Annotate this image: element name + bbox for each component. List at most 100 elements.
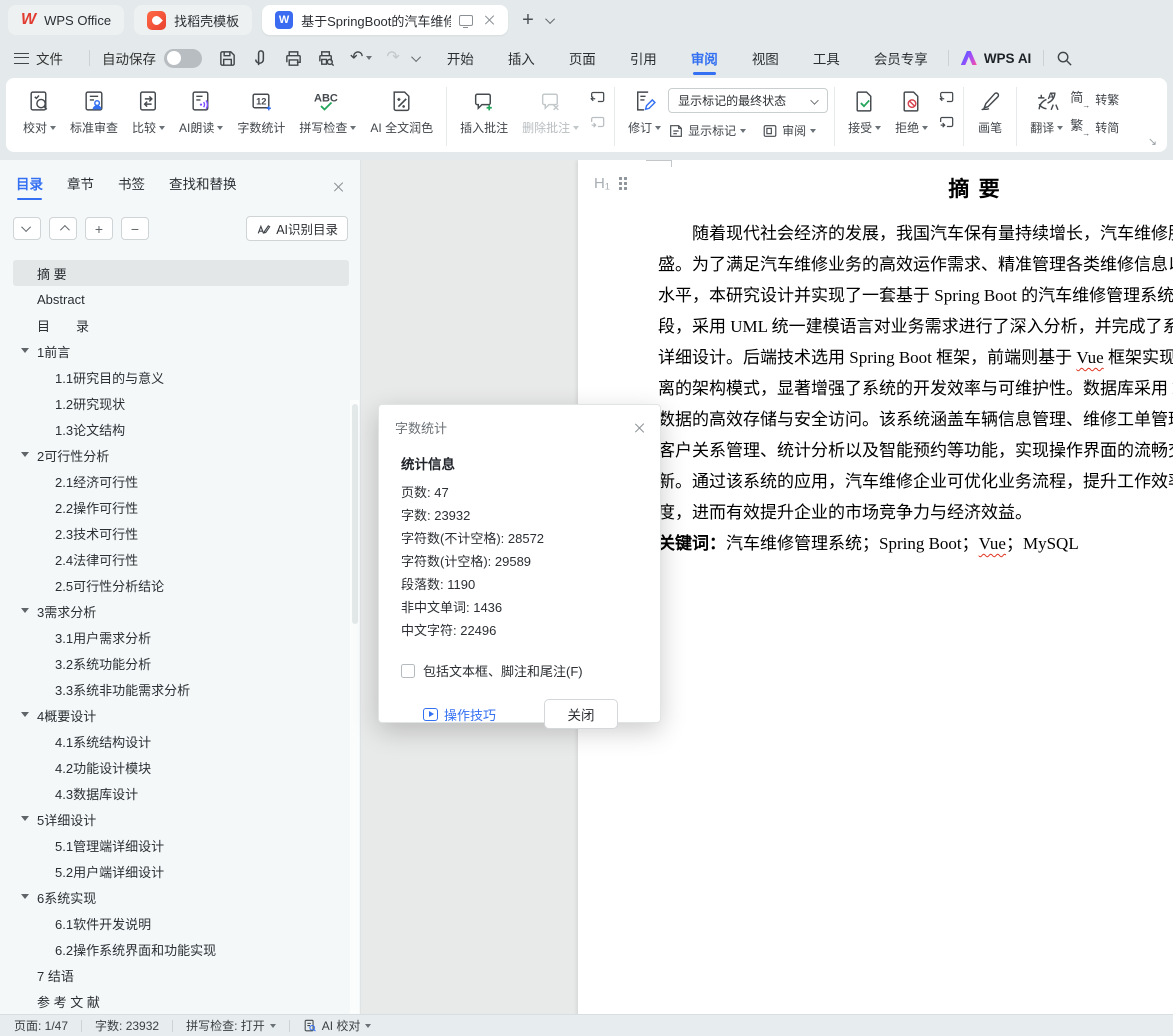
toc-item[interactable]: 1.3论文结构 xyxy=(13,416,349,442)
toc-collapse-icon[interactable] xyxy=(21,452,29,457)
ai-proofread-status[interactable]: AI 校对 xyxy=(303,1017,372,1034)
toc-item[interactable]: 5.1管理端详细设计 xyxy=(13,832,349,858)
tab-docer-templates[interactable]: 找稻壳模板 xyxy=(134,5,252,35)
toc-collapse-icon[interactable] xyxy=(21,348,29,353)
toc-item[interactable]: 4.2功能设计模块 xyxy=(13,754,349,780)
menu-tab-审阅[interactable]: 审阅 xyxy=(691,40,718,76)
zoom-in-outline-button[interactable]: + xyxy=(85,217,113,240)
new-tab-button[interactable]: + xyxy=(518,9,538,32)
previous-comment-icon[interactable] xyxy=(588,89,606,105)
translate-button[interactable]: A 翻译 xyxy=(1023,85,1070,138)
quickbar-more-icon[interactable] xyxy=(411,52,421,62)
toc-item[interactable]: 2可行性分析 xyxy=(13,442,349,468)
toc-item[interactable]: 1.1研究目的与意义 xyxy=(13,364,349,390)
toc-item[interactable]: 目 录 xyxy=(13,312,349,338)
toc-item[interactable]: 1.2研究现状 xyxy=(13,390,349,416)
tab-current-document[interactable]: W 基于SpringBoot的汽车维修管 xyxy=(262,5,508,35)
track-changes-button[interactable]: 修订 xyxy=(621,85,668,138)
page-indicator[interactable]: 页面: 1/47 xyxy=(14,1017,68,1034)
review-pane-button[interactable]: 审阅 xyxy=(762,122,816,139)
ribbon-expand-icon[interactable]: ↘ xyxy=(1148,135,1157,148)
toc-collapse-icon[interactable] xyxy=(21,608,29,613)
accept-button[interactable]: 接受 xyxy=(841,85,888,138)
toc-item[interactable]: 7 结语 xyxy=(13,962,349,988)
close-dialog-icon[interactable] xyxy=(633,422,645,434)
toc-collapse-icon[interactable] xyxy=(21,816,29,821)
ai-recognize-toc-button[interactable]: AI识别目录 xyxy=(246,216,348,241)
toc-item[interactable]: 3.2系统功能分析 xyxy=(13,650,349,676)
ai-read-aloud-button[interactable]: AI朗读 xyxy=(172,85,230,138)
toc-item[interactable]: 5.2用户端详细设计 xyxy=(13,858,349,884)
sidebar-tab-contents[interactable]: 目录 xyxy=(16,173,43,200)
toc-item[interactable]: Abstract xyxy=(13,286,349,312)
include-footnotes-option[interactable]: 包括文本框、脚注和尾注(F) xyxy=(401,661,638,680)
expand-all-button[interactable] xyxy=(13,217,41,240)
wps-ai-button[interactable]: WPS AI xyxy=(961,51,1032,66)
toc-item[interactable]: 2.3技术可行性 xyxy=(13,520,349,546)
toc-item[interactable]: 6系统实现 xyxy=(13,884,349,910)
file-menu[interactable]: 文件 xyxy=(36,48,63,68)
toc-item[interactable]: 6.1软件开发说明 xyxy=(13,910,349,936)
menu-tab-视图[interactable]: 视图 xyxy=(752,40,779,76)
autosave-control[interactable]: 自动保存 xyxy=(102,48,202,68)
next-comment-icon[interactable] xyxy=(588,114,606,130)
insert-comment-button[interactable]: 插入批注 xyxy=(453,85,515,138)
toc-collapse-icon[interactable] xyxy=(21,894,29,899)
previous-revision-icon[interactable] xyxy=(937,89,955,105)
toc-item[interactable]: 1前言 xyxy=(13,338,349,364)
standard-review-button[interactable]: 标准审查 xyxy=(63,85,125,138)
toc-item[interactable]: 参 考 文 献 xyxy=(13,988,349,1014)
zoom-out-outline-button[interactable]: − xyxy=(121,217,149,240)
menu-tab-页面[interactable]: 页面 xyxy=(569,40,596,76)
close-sidebar-icon[interactable] xyxy=(332,181,344,193)
save-icon[interactable] xyxy=(218,49,237,68)
brush-button[interactable]: 画笔 xyxy=(970,85,1010,138)
markup-state-dropdown[interactable]: 显示标记的最终状态 xyxy=(668,88,828,113)
toc-item[interactable]: 2.4法律可行性 xyxy=(13,546,349,572)
spell-check-button[interactable]: ABC 拼写检查 xyxy=(292,85,363,138)
scrollbar-thumb[interactable] xyxy=(352,404,358,624)
delete-comment-button[interactable]: 删除批注 xyxy=(515,85,586,138)
spell-check-status[interactable]: 拼写检查: 打开 xyxy=(186,1017,276,1034)
search-icon[interactable] xyxy=(1056,50,1073,67)
document-page[interactable]: H₁ 摘 要 随着现代社会经济的发展，我国汽车保有量持续增长，汽车维修服务盛。为… xyxy=(578,160,1173,1014)
menu-tab-引用[interactable]: 引用 xyxy=(630,40,657,76)
toc-item[interactable]: 2.2操作可行性 xyxy=(13,494,349,520)
proofread-button[interactable]: 校对 xyxy=(16,85,63,138)
autosave-toggle[interactable] xyxy=(164,49,202,68)
toc-item[interactable]: 4概要设计 xyxy=(13,702,349,728)
reject-button[interactable]: 拒绝 xyxy=(888,85,935,138)
undo-dropdown-icon[interactable] xyxy=(366,56,372,60)
to-traditional-button[interactable]: 简→ 转繁 xyxy=(1070,91,1119,108)
tab-wps-office[interactable]: W WPS Office xyxy=(8,5,124,35)
checkbox-icon[interactable] xyxy=(401,664,415,678)
toc-item[interactable]: 5详细设计 xyxy=(13,806,349,832)
print-preview-icon[interactable] xyxy=(317,49,336,68)
toc-item[interactable]: 3.3系统非功能需求分析 xyxy=(13,676,349,702)
toc-item[interactable]: 2.5可行性分析结论 xyxy=(13,572,349,598)
toc-item[interactable]: 3需求分析 xyxy=(13,598,349,624)
sidebar-tab-bookmarks[interactable]: 书签 xyxy=(118,173,145,200)
compare-button[interactable]: 比较 xyxy=(125,85,172,138)
toc-item[interactable]: 6.2操作系统界面和功能实现 xyxy=(13,936,349,962)
sidebar-tab-chapters[interactable]: 章节 xyxy=(67,173,94,200)
toc-item[interactable]: 4.3数据库设计 xyxy=(13,780,349,806)
next-revision-icon[interactable] xyxy=(937,114,955,130)
close-tab-icon[interactable] xyxy=(483,14,495,26)
menu-tab-会员专享[interactable]: 会员专享 xyxy=(874,40,928,76)
sidebar-tab-find-replace[interactable]: 查找和替换 xyxy=(169,173,237,200)
close-button[interactable]: 关闭 xyxy=(544,699,618,729)
toc-item[interactable]: 4.1系统结构设计 xyxy=(13,728,349,754)
sidebar-scrollbar[interactable] xyxy=(350,400,359,1014)
abstract-paragraph[interactable]: 随着现代社会经济的发展，我国汽车保有量持续增长，汽车维修服务盛。为了满足汽车维修… xyxy=(658,218,1173,559)
toc-item[interactable]: 3.1用户需求分析 xyxy=(13,624,349,650)
word-count-indicator[interactable]: 字数: 23932 xyxy=(95,1017,159,1034)
word-count-button[interactable]: 12 字数统计 xyxy=(230,85,292,138)
hamburger-menu-icon[interactable] xyxy=(14,53,29,64)
undo-icon[interactable]: ↶ xyxy=(350,50,363,66)
toc-item[interactable]: 摘 要 xyxy=(13,260,349,286)
collapse-all-button[interactable] xyxy=(49,217,77,240)
tab-list-dropdown-icon[interactable] xyxy=(545,14,555,24)
to-simplified-button[interactable]: 繁→ 转简 xyxy=(1070,119,1119,136)
redo-icon[interactable]: ↷ xyxy=(386,50,399,66)
